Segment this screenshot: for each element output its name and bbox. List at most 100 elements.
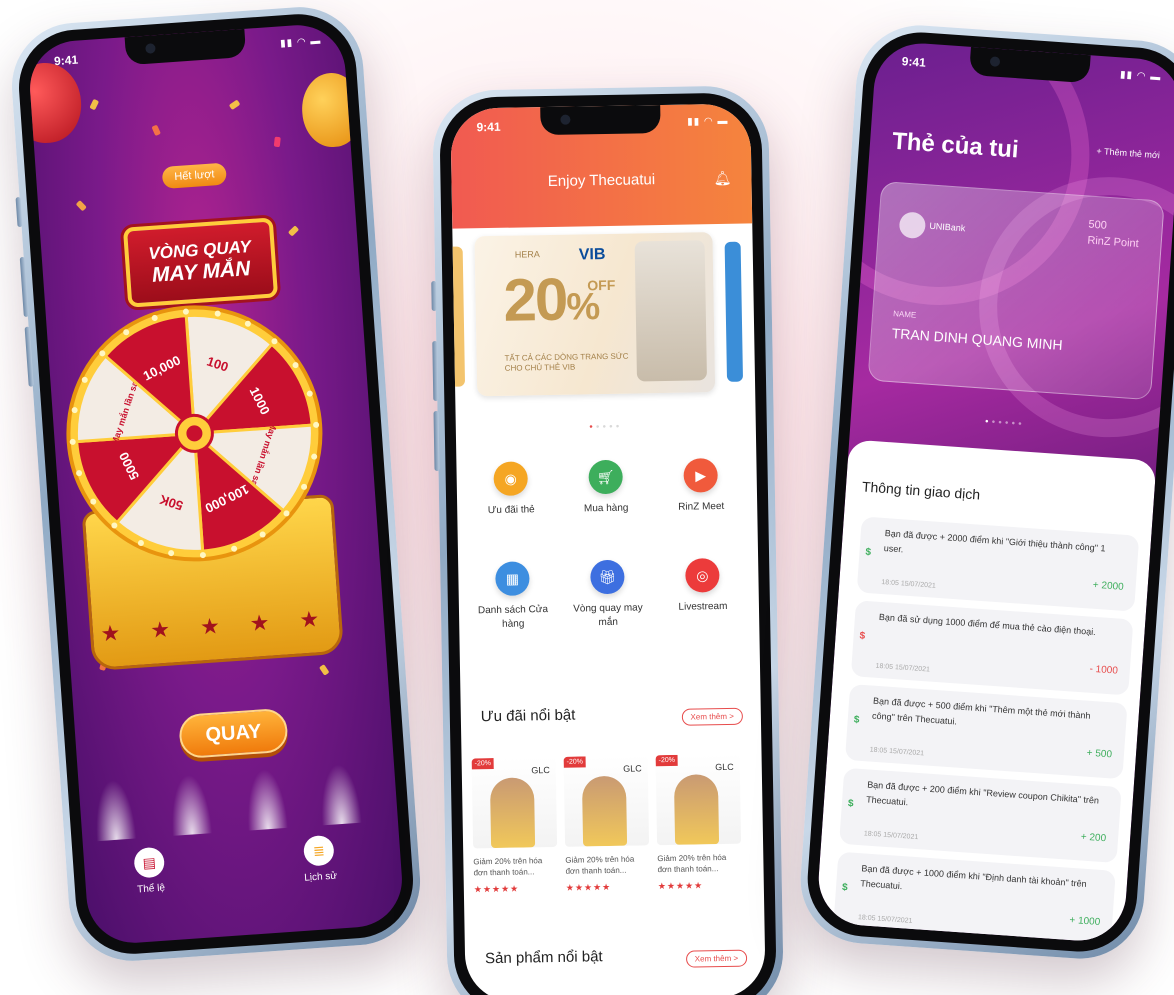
card-offer-icon: ◉ [493,461,528,496]
menu-label: RinZ Meet [678,500,725,513]
notch [124,28,247,66]
plus-icon: $ [853,714,860,726]
menu-rinz-meet[interactable]: ▶ RinZ Meet [660,458,741,515]
discount-badge: -20% [563,756,587,768]
transaction-time: 18:05 15/07/2021 [863,830,919,842]
menu-shopping[interactable]: 🛒︎ Mua hàng [565,459,646,516]
menu-card-offers[interactable]: ◉ Ưu đãi thẻ [470,461,551,518]
menu-label: Mua hàng [583,502,629,515]
promo-discount-value: 20 [502,265,567,334]
video-icon: ▶ [683,458,718,493]
add-card-button[interactable]: + Thêm thẻ mới [1096,146,1160,160]
transaction-item[interactable]: $ Bạn đã được + 500 điểm khi "Thêm một t… [844,684,1128,780]
card-holder-name: TRAN DINH QUANG MINH [891,325,1064,353]
menu-livestream[interactable]: ◎ Livestream [662,558,743,615]
phone-lucky-wheel: 9:41 ▮▮ ◠ ▬ Hết lượt VÒNG QUAY MAY MẮN ★… [7,2,425,966]
side-button [432,340,439,402]
phone-my-cards: 9:41 ▮▮ ◠ ▬ Thẻ của tui + Thêm thẻ mới U… [796,21,1174,963]
transaction-amount: + 500 [1086,747,1113,761]
brand-logo: GLC [715,761,734,773]
status-time: 9:41 [901,54,927,70]
featured-offers-list: -20% GLC Giảm 20% trên hóa đơn thanh toá… [471,753,765,928]
model-image [673,774,720,845]
rules-button[interactable]: ▤ Thể lệ [113,845,186,897]
plus-icon: $ [841,881,848,894]
offer-card[interactable]: -20% GLC Giảm 20% trên hóa đơn thanh toá… [471,756,559,928]
confetti [273,136,281,148]
offer-image: -20% GLC [471,756,558,849]
member-card[interactable]: UNIBank 500 RinZ Point NAME TRAN DINH QU… [867,180,1165,401]
transaction-text: Bạn đã được + 500 điểm khi "Thêm một thẻ… [871,695,1091,727]
rating-stars: ★★★★★ [473,883,520,895]
status-time: 9:41 [476,119,501,135]
transaction-item[interactable]: $ Bạn đã được + 2000 điểm khi "Giới thiệ… [856,516,1140,612]
transaction-item[interactable]: $ Bạn đã được + 200 điểm khi "Review cou… [839,767,1122,864]
brand-logo: GLC [623,763,642,774]
stage-light [168,773,213,836]
transaction-text: Bạn đã sử dụng 1000 điểm để mua thẻ cào … [878,611,1097,638]
menu-label: Livestream [678,600,728,613]
history-icon: ≣ [302,834,335,867]
balloon-icon [26,60,84,146]
my-cards-screen: 9:41 ▮▮ ◠ ▬ Thẻ của tui + Thêm thẻ mới U… [815,40,1174,944]
transaction-title: Thông tin giao dịch [861,478,981,503]
transaction-item[interactable]: $ Bạn đã được + 1000 điểm khi "Định danh… [833,851,1116,944]
bezel: 9:41 ▮▮ ◠ ▬ Thẻ của tui + Thêm thẻ mới U… [803,28,1174,956]
promo-off: OFF [587,276,616,294]
confetti [287,225,300,237]
rating-stars: ★★★★★ [657,880,704,892]
menu-store-list[interactable]: ▦ Danh sách Cửa hàng [472,561,553,632]
featured-products-more-button[interactable]: Xem thêm > [685,949,748,968]
offer-description: Giảm 20% trên hóa đơn thanh toán... [565,854,635,876]
lucky-wheel-screen: 9:41 ▮▮ ◠ ▬ Hết lượt VÒNG QUAY MAY MẮN ★… [26,22,406,946]
plus-icon: $ [865,546,872,559]
bezel: 9:41 ▮▮ ◠ ▬ Hết lượt VÒNG QUAY MAY MẮN ★… [15,10,417,958]
offer-card[interactable]: -20% GLC Giảm 20% trên hóa đơn thanh toá… [563,755,651,926]
featured-offers-title: Ưu đãi nổi bật [480,706,576,726]
transaction-time: 18:05 15/07/2021 [881,578,937,590]
promo-discount: 20% [503,264,599,335]
side-button [24,326,34,387]
balloon-icon [299,70,365,149]
promo-brand-hera: HERA [514,249,540,260]
gift-icon: 🎁︎ [590,559,625,595]
offer-description: Giảm 20% trên hóa đơn thanh toán... [657,852,727,875]
carousel-dots: ●●●●● [589,423,623,431]
bank-logo-icon [898,211,927,240]
offer-description: Giảm 20% trên hóa đơn thanh toán... [473,856,543,878]
spin-button[interactable]: QUAY [178,707,289,760]
confetti [75,200,87,212]
side-button [19,256,29,317]
prize-wheel[interactable]: 100 1000 May mắn lần sau 100,000 50K 5000 May … [56,295,334,573]
bezel: 9:41 ▮▮ ◠ ▬ Enjoy Thecuatui 🔔︎ HERA VIB … [439,92,777,995]
featured-offers-more-button[interactable]: Xem thêm > [681,707,744,726]
menu-label: Danh sách Cửa hàng [477,604,549,630]
points-unit: RinZ Point [1086,234,1140,251]
brand-logo: GLC [531,765,550,776]
card-name-label: NAME [892,309,917,320]
status-icons: ▮▮ ◠ ▬ [687,115,729,128]
transaction-amount: + 200 [1080,831,1107,845]
card-points: 500 RinZ Point [1087,217,1140,253]
minus-icon: $ [859,630,866,642]
turns-exhausted-badge: Hết lượt [161,162,228,189]
menu-lucky-wheel[interactable]: 🎁︎ Vòng quay may mắn [567,559,648,630]
stage-light [92,778,137,842]
model-image [581,775,628,847]
feature-grid: ◉ Ưu đãi thẻ 🛒︎ Mua hàng ▶ RinZ Meet ▦ D… [470,458,742,630]
discount-badge: -20% [471,758,495,770]
promo-banner-prev[interactable] [450,246,466,387]
camera-icon [989,56,1001,67]
confetti [318,664,330,676]
transaction-item[interactable]: $ Bạn đã sử dụng 1000 điểm để mua thẻ cà… [850,600,1134,696]
side-button [431,280,437,312]
promo-banner[interactable]: HERA VIB 20% OFF TẤT CẢ CÁC DÒNG TRANG S… [474,232,716,397]
jewelry-image [634,240,708,382]
menu-label: Vòng quay may mắn [573,602,643,629]
transaction-text: Bạn đã được + 2000 điểm khi "Giới thiệu … [883,528,1106,555]
offer-card[interactable]: -20% GLC Giảm 20% trên hóa đơn thanh toá… [655,753,743,925]
promo-banner-next[interactable] [724,241,744,382]
transaction-panel: Thông tin giao dịch $ Bạn đã được + 2000… [815,439,1157,944]
bell-icon[interactable]: 🔔︎ [714,170,732,187]
history-button[interactable]: ≣ Lịch sử [283,833,356,885]
